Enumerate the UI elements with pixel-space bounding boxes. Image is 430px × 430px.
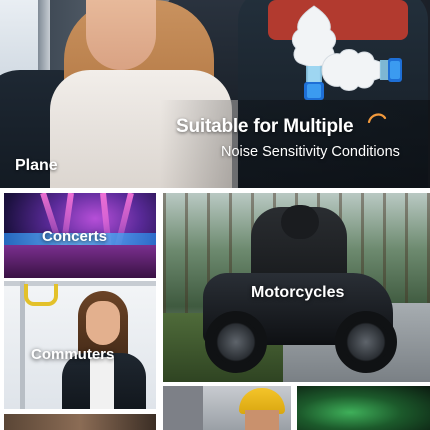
worker-face (245, 410, 279, 430)
subheadline: Noise Sensitivity Conditions (221, 144, 400, 160)
headline: Suitable for Multiple (176, 116, 354, 137)
motorcycle-wheel (335, 311, 397, 373)
background-wall (163, 386, 203, 430)
motorcycle-wheel (205, 311, 267, 373)
product-image: Suitable for Multiple Noise Sensitivity … (0, 0, 430, 430)
tile-label-commuters: Commuters (31, 346, 115, 363)
crowd (4, 245, 156, 278)
strap-handle-icon (24, 284, 58, 306)
scene-label-plane: Plane (15, 157, 58, 174)
earplug-horizontal-icon (321, 49, 402, 91)
accent-arc-icon (367, 113, 387, 123)
passenger-face (86, 0, 156, 70)
tile-partial-worker (163, 386, 291, 430)
tile-label-concerts: Concerts (42, 228, 108, 245)
tile-commuters (4, 281, 156, 409)
tile-partial-crowd (297, 386, 430, 430)
commuter-shirt (90, 357, 114, 409)
tile-partial-bottom-left (4, 414, 156, 430)
commuter-face (86, 301, 120, 345)
tile-label-motorcycles: Motorcycles (251, 284, 345, 301)
helmet-icon (281, 205, 319, 239)
